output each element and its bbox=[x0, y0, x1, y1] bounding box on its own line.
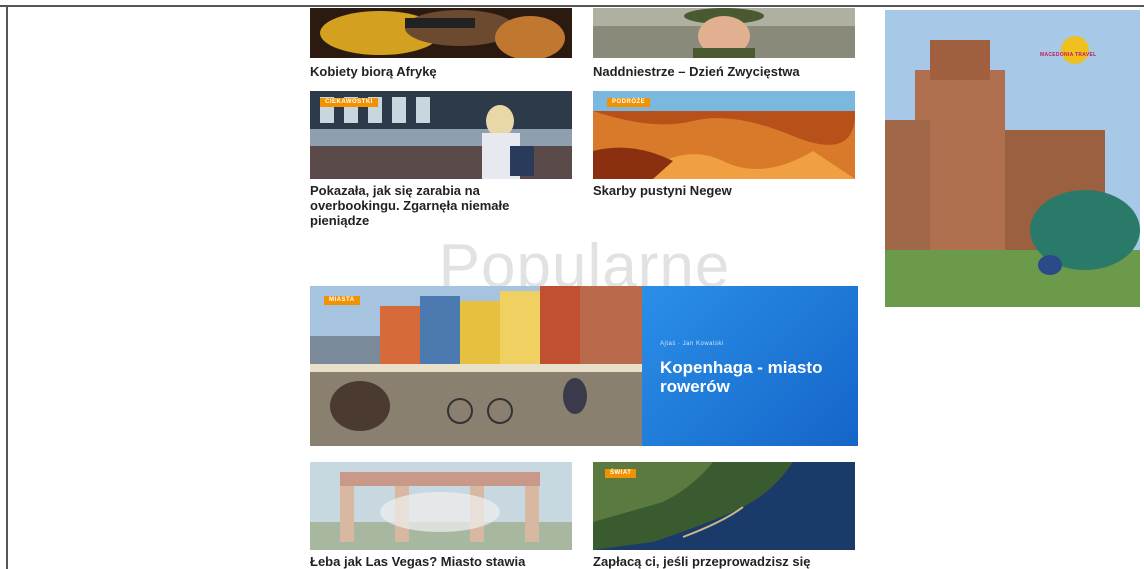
featured-panel[interactable]: Ajtaś · Jan Kowalski Kopenhaga - miasto … bbox=[642, 286, 858, 446]
window-top-border bbox=[0, 5, 1144, 7]
ad-image bbox=[885, 10, 1140, 307]
article-title[interactable]: Zapłacą ci, jeśli przeprowadzisz się bbox=[593, 554, 855, 569]
featured-meta: Ajtaś · Jan Kowalski bbox=[660, 341, 724, 347]
article-thumbnail[interactable] bbox=[310, 462, 572, 550]
article-card-1[interactable]: Kobiety biorą Afrykę bbox=[310, 8, 572, 82]
window-left-border bbox=[6, 5, 8, 569]
ad-banner[interactable] bbox=[885, 10, 1140, 307]
ad-logo: MACEDONIA TRAVEL bbox=[1040, 52, 1097, 58]
category-tag[interactable]: PODRÓŻE bbox=[607, 98, 651, 107]
article-card-3[interactable]: CIEKAWOSTKI Pokazała, jak się zarabia na… bbox=[310, 91, 572, 231]
article-title[interactable]: Łeba jak Las Vegas? Miasto stawia bbox=[310, 554, 572, 569]
article-card-4[interactable]: PODRÓŻE Skarby pustyni Negew bbox=[593, 91, 855, 201]
article-title[interactable]: Naddniestrze – Dzień Zwycięstwa bbox=[593, 64, 855, 79]
article-title[interactable]: Kobiety biorą Afrykę bbox=[310, 64, 572, 79]
article-thumbnail[interactable] bbox=[593, 8, 855, 58]
featured-article[interactable]: MIASTA Ajtaś · Jan Kowalski Kopenhaga - … bbox=[310, 286, 858, 446]
category-tag[interactable]: CIEKAWOSTKI bbox=[320, 98, 378, 107]
article-thumbnail[interactable] bbox=[310, 8, 572, 58]
category-tag[interactable]: ŚWIAT bbox=[605, 469, 637, 478]
article-title[interactable]: Skarby pustyni Negew bbox=[593, 183, 855, 198]
article-card-5[interactable]: Łeba jak Las Vegas? Miasto stawia bbox=[310, 462, 572, 569]
article-card-6[interactable]: ŚWIAT Zapłacą ci, jeśli przeprowadzisz s… bbox=[593, 462, 855, 569]
featured-title[interactable]: Kopenhaga - miasto rowerów bbox=[660, 358, 840, 396]
featured-image[interactable] bbox=[310, 286, 642, 446]
article-card-2[interactable]: Naddniestrze – Dzień Zwycięstwa bbox=[593, 8, 855, 82]
article-title[interactable]: Pokazała, jak się zarabia na overbooking… bbox=[310, 183, 572, 228]
category-tag[interactable]: MIASTA bbox=[324, 296, 360, 305]
